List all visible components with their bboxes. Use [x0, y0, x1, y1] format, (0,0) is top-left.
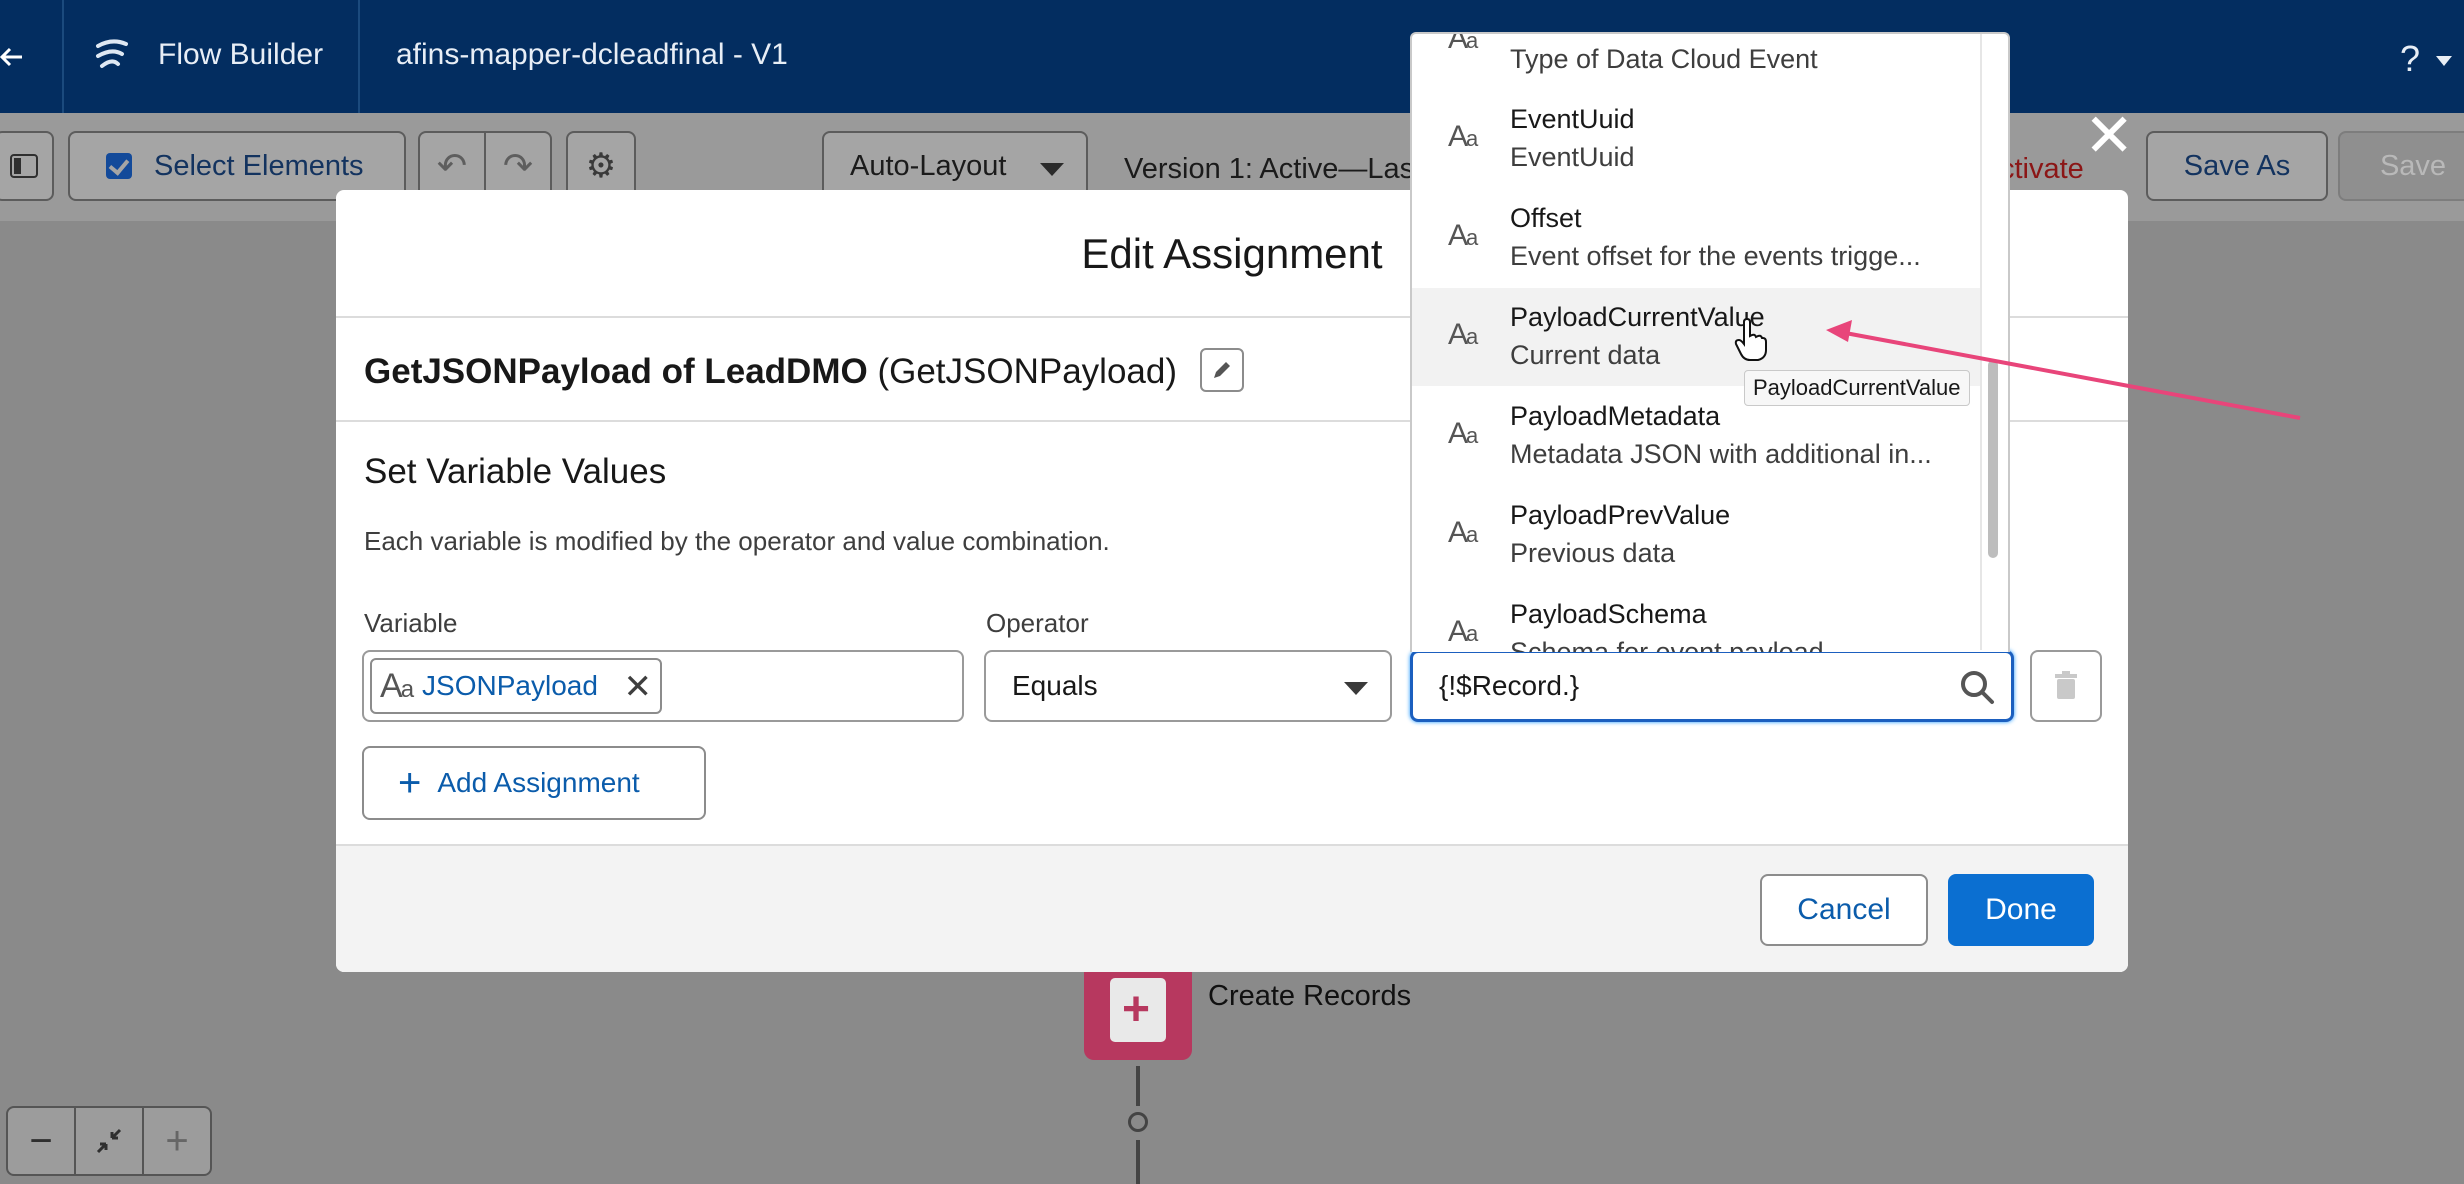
connector-line	[1136, 1140, 1140, 1184]
chevron-down-icon	[1344, 682, 1368, 695]
item-description: EventUuid	[1510, 142, 1635, 172]
done-label: Done	[1985, 893, 2057, 926]
text-type-icon: Aa	[1448, 318, 1478, 351]
section-title: Set Variable Values	[364, 452, 667, 491]
hand-cursor-icon	[1734, 318, 1767, 361]
zoom-out-button[interactable]: −	[8, 1108, 76, 1174]
checkbox-icon	[106, 153, 132, 179]
add-assignment-button[interactable]: + Add Assignment	[362, 746, 706, 820]
list-item[interactable]: Aa Offset Event offset for the events tr…	[1412, 189, 1982, 287]
flow-builder-icon	[96, 39, 128, 68]
item-description: Event offset for the events trigge...	[1510, 241, 1921, 271]
cancel-button[interactable]: Cancel	[1760, 874, 1928, 946]
app-name: Flow Builder	[158, 38, 324, 71]
item-name: PayloadMetadata	[1510, 401, 1721, 431]
create-records-node[interactable]: +	[1084, 960, 1192, 1060]
zoom-controls: − +	[6, 1106, 212, 1176]
chevron-down-icon[interactable]	[2436, 56, 2452, 66]
save-as-label: Save As	[2183, 149, 2291, 182]
trash-icon	[2055, 671, 2077, 699]
search-icon	[1961, 671, 1994, 704]
edit-element-button[interactable]	[1200, 348, 1244, 392]
close-icon[interactable]: ✕	[2084, 106, 2134, 166]
variable-pill[interactable]: Aa JSONPayload ✕	[370, 658, 662, 714]
variable-pill-label: JSONPayload	[422, 670, 598, 701]
element-name: GetJSONPayload of LeadDMO (GetJSONPayloa…	[364, 352, 1177, 392]
variable-label: Variable	[364, 608, 458, 638]
app-header: Flow Builder afins-mapper-dcleadfinal - …	[0, 0, 2464, 113]
item-name: Offset	[1510, 203, 1582, 233]
item-name: EventUuid	[1510, 104, 1635, 134]
element-label: GetJSONPayload of LeadDMO	[364, 352, 868, 391]
chevron-down-icon	[1040, 163, 1064, 176]
add-assignment-label: Add Assignment	[437, 767, 640, 798]
list-item[interactable]: Aa Type of Data Cloud Event	[1412, 32, 1982, 90]
pencil-icon	[1214, 362, 1230, 378]
header-divider	[62, 0, 64, 113]
section-description: Each variable is modified by the operato…	[364, 526, 1110, 556]
toggle-panel-button[interactable]	[0, 131, 54, 201]
zoom-in-button[interactable]: +	[144, 1108, 210, 1174]
undo-icon: ↶	[436, 145, 468, 186]
gear-icon: ⚙	[585, 147, 617, 185]
item-description: Current data	[1510, 340, 1661, 370]
done-button[interactable]: Done	[1948, 874, 2094, 946]
item-description: Schema for event payload	[1510, 637, 1824, 652]
item-name: PayloadPrevValue	[1510, 500, 1731, 530]
save-as-button[interactable]: Save As	[2146, 131, 2328, 201]
connector-line	[1136, 1066, 1140, 1106]
fit-view-button[interactable]	[76, 1108, 144, 1174]
text-type-icon: Aa	[1448, 120, 1478, 153]
operator-value: Equals	[1012, 670, 1098, 701]
list-item[interactable]: Aa PayloadSchema Schema for event payloa…	[1412, 585, 1982, 652]
panel-icon	[10, 154, 38, 178]
list-item[interactable]: Aa EventUuid EventUuid	[1412, 90, 1982, 188]
flow-name: afins-mapper-dcleadfinal - V1	[396, 38, 788, 71]
delete-assignment-button[interactable]	[2030, 650, 2102, 722]
operator-select[interactable]: Equals	[984, 650, 1392, 722]
node-label: Create Records	[1208, 980, 1412, 1012]
text-type-icon: Aa	[1448, 615, 1478, 648]
item-description: Previous data	[1510, 538, 1676, 568]
back-arrow-icon[interactable]	[0, 40, 30, 74]
remove-icon[interactable]: ✕	[624, 670, 653, 704]
text-type-icon: Aa	[380, 666, 414, 705]
item-name: PayloadSchema	[1510, 599, 1707, 629]
save-label: Save	[2379, 149, 2447, 182]
value-text: {!$Record.}	[1439, 670, 1580, 701]
text-type-icon: Aa	[1448, 32, 1478, 55]
tooltip: PayloadCurrentValue	[1744, 370, 1970, 406]
list-item[interactable]: Aa PayloadPrevValue Previous data	[1412, 486, 1982, 584]
connector-add-node[interactable]	[1128, 1112, 1148, 1132]
plus-icon: +	[1122, 983, 1151, 1036]
collapse-icon	[96, 1128, 122, 1154]
element-api-name: (GetJSONPayload)	[877, 352, 1178, 391]
scrollbar-thumb[interactable]	[1988, 360, 1998, 558]
help-icon[interactable]: ?	[2400, 38, 2420, 80]
plus-icon: +	[398, 761, 422, 805]
operator-label: Operator	[986, 608, 1089, 638]
value-input[interactable]: {!$Record.}	[1410, 650, 2014, 722]
text-type-icon: Aa	[1448, 516, 1478, 549]
save-button[interactable]: Save	[2338, 131, 2464, 201]
redo-icon: ↷	[502, 145, 534, 186]
version-status: Version 1: Active—Las	[1124, 153, 1415, 185]
item-description: Type of Data Cloud Event	[1510, 44, 1818, 74]
deactivate-button[interactable]: ctivate	[2000, 153, 2084, 186]
item-name: PayloadCurrentValue	[1510, 302, 1765, 332]
text-type-icon: Aa	[1448, 219, 1478, 252]
resource-picker-dropdown[interactable]: Aa Type of Data Cloud Event Aa EventUuid…	[1410, 32, 2010, 652]
text-type-icon: Aa	[1448, 417, 1478, 450]
scrollbar-track	[1980, 34, 1982, 650]
auto-layout-label: Auto-Layout	[850, 149, 1007, 182]
cancel-label: Cancel	[1797, 893, 1891, 926]
item-description: Metadata JSON with additional in...	[1510, 439, 1932, 469]
select-elements-label: Select Elements	[154, 149, 364, 182]
variable-field[interactable]: Aa JSONPayload ✕	[362, 650, 964, 722]
header-divider	[358, 0, 360, 113]
